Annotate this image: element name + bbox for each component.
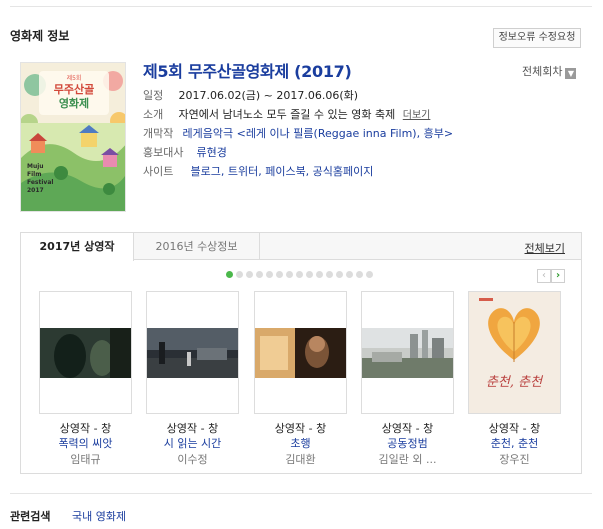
info-row-site: 사이트 블로그, 트위터, 페이스북, 공식홈페이지 [143, 162, 453, 181]
carousel-page-dot[interactable] [276, 271, 283, 278]
poster-en-3: Festival [27, 179, 53, 186]
film-category: 상영작 - 창 [488, 422, 541, 435]
section-title: 영화제 정보 [10, 29, 70, 43]
film-card[interactable]: 상영작 - 창 공동정범 김일란 외 ... [361, 291, 454, 468]
poster-caption: 춘천, 춘천 [486, 375, 544, 390]
poster-image: 제5회 무주산골 영화제 Muju Film Festival 2017 [21, 63, 125, 211]
film-director[interactable]: 장우진 [468, 452, 561, 468]
poster-en-2: Film [27, 171, 41, 178]
film-card[interactable]: 상영작 - 창 폭력의 씨앗 임태규 [39, 291, 132, 468]
info-row-opening: 개막작 레게음악극 <레게 이나 필름(Reggae inna Film), 흥… [143, 124, 453, 143]
film-card[interactable]: 춘천, 춘천 상영작 - 창 춘천, 춘천 장우진 [468, 291, 561, 468]
carousel-dots [226, 271, 376, 279]
film-category: 상영작 - 창 [381, 422, 434, 435]
intro-value: 자연에서 남녀노소 모두 즐길 수 있는 영화 축제 [178, 108, 396, 121]
film-card[interactable]: 상영작 - 창 초행 김대환 [254, 291, 347, 468]
info-row-ambassador: 홍보대사 류현경 [143, 143, 453, 162]
top-divider [10, 6, 592, 7]
carousel-page-dot[interactable] [236, 271, 243, 278]
more-link[interactable]: 더보기 [403, 110, 431, 121]
poster-title-2: 영화제 [59, 96, 89, 110]
poster-en-1: Muju [27, 163, 44, 170]
film-category: 상영작 - 창 [59, 422, 112, 435]
film-thumbnail[interactable] [146, 291, 239, 414]
carousel-page-dot[interactable] [266, 271, 273, 278]
tab-2017-films[interactable]: 2017년 상영작 [21, 233, 134, 261]
carousel-page-dot[interactable] [226, 271, 233, 278]
film-director[interactable]: 이수정 [146, 452, 239, 468]
tab-strip: 2017년 상영작 2016년 수상정보 전체보기 [21, 233, 581, 261]
festival-info: 일정 2017.06.02(금) ~ 2017.06.06(화) 소개 자연에서… [143, 86, 453, 181]
dropdown-icon: ▼ [565, 68, 577, 79]
carousel-page-dot[interactable] [316, 271, 323, 278]
film-thumbnail[interactable] [254, 291, 347, 414]
carousel-page-dot[interactable] [356, 271, 363, 278]
report-error-button[interactable]: 정보오류 수정요청 [493, 28, 581, 48]
film-poster-image: 춘천, 춘천 [469, 292, 560, 413]
opening-film-link[interactable]: 레게음악극 <레게 이나 필름(Reggae inna Film), 흥부> [183, 127, 454, 140]
film-category: 상영작 - 창 [274, 422, 327, 435]
film-director[interactable]: 김대환 [254, 452, 347, 468]
film-director[interactable]: 김일란 외 ... [361, 452, 454, 468]
festival-title[interactable]: 제5회 무주산골영화제 (2017) [143, 58, 352, 82]
film-thumbnail[interactable] [361, 291, 454, 414]
date-value: 2017.06.02(금) ~ 2017.06.06(화) [178, 89, 359, 102]
film-card[interactable]: 상영작 - 창 시 읽는 시간 이수정 [146, 291, 239, 468]
carousel-page-dot[interactable] [256, 271, 263, 278]
carousel-page-dot[interactable] [346, 271, 353, 278]
film-thumbnail[interactable]: 춘천, 춘천 [468, 291, 561, 414]
film-still-image [147, 328, 238, 378]
film-thumbnail[interactable] [39, 291, 132, 414]
all-episodes-label: 전체회차 [522, 65, 563, 78]
info-row-intro: 소개 자연에서 남녀노소 모두 즐길 수 있는 영화 축제 더보기 [143, 105, 453, 124]
carousel-page-dot[interactable] [366, 271, 373, 278]
carousel-page-dot[interactable] [246, 271, 253, 278]
festival-poster[interactable]: 제5회 무주산골 영화제 Muju Film Festival 2017 [20, 62, 126, 212]
film-title-link[interactable]: 초행 [254, 436, 347, 452]
carousel-prev-button[interactable]: ‹ [537, 269, 551, 283]
film-title-link[interactable]: 공동정범 [361, 436, 454, 452]
opening-label: 개막작 [143, 127, 174, 140]
film-director[interactable]: 임태규 [39, 452, 132, 468]
poster-title-1: 무주산골 [54, 82, 94, 96]
carousel-page-dot[interactable] [336, 271, 343, 278]
see-all-link[interactable]: 전체보기 [525, 240, 565, 256]
film-still-image [362, 328, 453, 378]
film-still-image [40, 328, 131, 378]
related-search-link[interactable]: 국내 영화제 [72, 508, 126, 524]
carousel-next-button[interactable]: › [551, 269, 565, 283]
site-label: 사이트 [143, 165, 174, 178]
poster-en-4: 2017 [27, 187, 44, 194]
ambassador-link[interactable]: 류현경 [197, 146, 227, 159]
film-category: 상영작 - 창 [166, 422, 219, 435]
carousel-page-dot[interactable] [306, 271, 313, 278]
date-label: 일정 [143, 89, 164, 102]
film-title-link[interactable]: 폭력의 씨앗 [39, 436, 132, 452]
info-row-date: 일정 2017.06.02(금) ~ 2017.06.06(화) [143, 86, 453, 105]
all-episodes-toggle[interactable]: 전체회차 ▼ [522, 63, 577, 79]
intro-label: 소개 [143, 108, 164, 121]
carousel-page-dot[interactable] [296, 271, 303, 278]
related-search-label: 관련검색 [10, 510, 51, 523]
film-title-link[interactable]: 춘천, 춘천 [468, 436, 561, 452]
site-links[interactable]: 블로그, 트위터, 페이스북, 공식홈페이지 [191, 165, 374, 178]
tab-2016-awards[interactable]: 2016년 수상정보 [134, 233, 260, 260]
bottom-divider [10, 493, 592, 494]
carousel-page-dot[interactable] [326, 271, 333, 278]
poster-edition: 제5회 [67, 74, 82, 82]
ambassador-label: 홍보대사 [143, 146, 184, 159]
film-title-link[interactable]: 시 읽는 시간 [146, 436, 239, 452]
films-tab-panel: 2017년 상영작 2016년 수상정보 전체보기 ‹ › 상영작 - 창 폭력… [20, 232, 582, 474]
film-still-image [255, 328, 346, 378]
carousel-page-dot[interactable] [286, 271, 293, 278]
